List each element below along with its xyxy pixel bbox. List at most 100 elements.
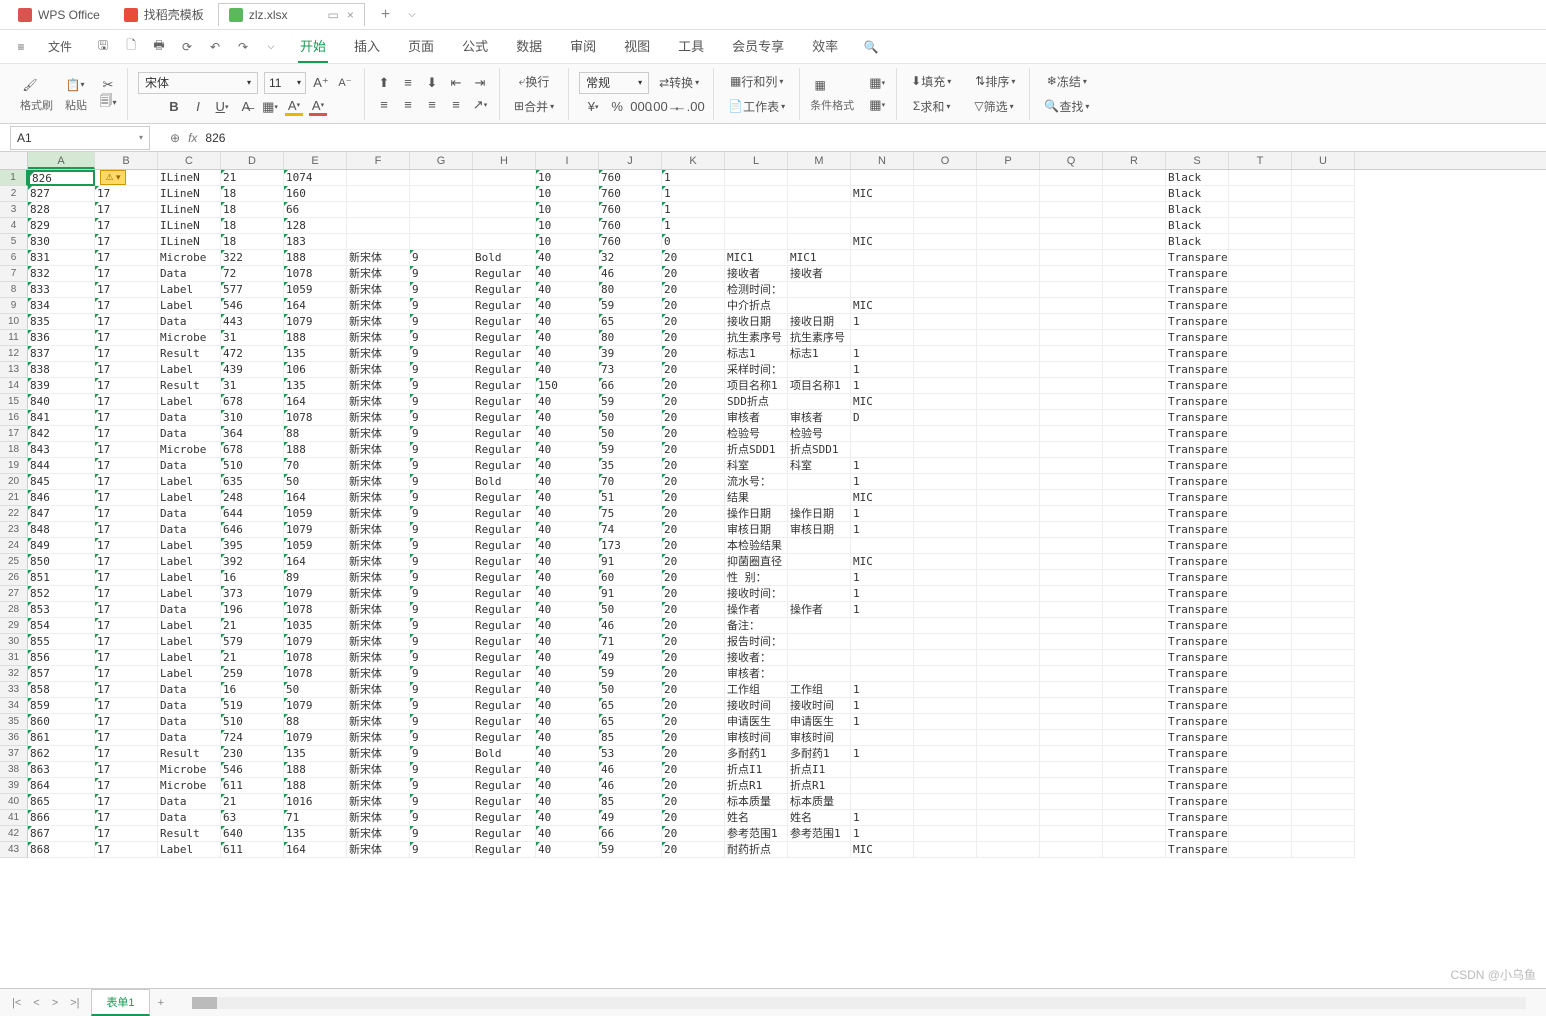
cell[interactable] xyxy=(725,202,788,218)
cell[interactable]: Data xyxy=(158,682,221,698)
cell[interactable] xyxy=(1292,634,1355,650)
cell[interactable]: Data xyxy=(158,602,221,618)
cell[interactable]: Transpare xyxy=(1166,570,1229,586)
cell[interactable]: Regular xyxy=(473,538,536,554)
row-header[interactable]: 33 xyxy=(0,682,28,698)
cell[interactable] xyxy=(914,378,977,394)
scrollbar-thumb[interactable] xyxy=(192,997,217,1009)
increase-decimal-icon[interactable]: .00→ xyxy=(656,98,674,116)
cell[interactable]: 21 xyxy=(221,794,284,810)
cell[interactable] xyxy=(977,362,1040,378)
cell[interactable]: 新宋体 xyxy=(347,746,410,762)
cell[interactable]: 新宋体 xyxy=(347,378,410,394)
cell[interactable]: 73 xyxy=(599,362,662,378)
cell[interactable]: 17 xyxy=(95,362,158,378)
cell[interactable] xyxy=(1103,234,1166,250)
row-header[interactable]: 30 xyxy=(0,634,28,650)
cell[interactable]: 310 xyxy=(221,410,284,426)
cell[interactable] xyxy=(1229,618,1292,634)
cell[interactable]: Regular xyxy=(473,346,536,362)
cell[interactable] xyxy=(1040,778,1103,794)
cell[interactable]: 40 xyxy=(536,266,599,282)
cell[interactable]: 40 xyxy=(536,298,599,314)
cell[interactable] xyxy=(1040,794,1103,810)
cell[interactable]: Data xyxy=(158,730,221,746)
cell[interactable]: 新宋体 xyxy=(347,458,410,474)
cell[interactable] xyxy=(1103,682,1166,698)
cell[interactable]: 申请医生 xyxy=(725,714,788,730)
cell[interactable] xyxy=(977,266,1040,282)
cell[interactable]: 46 xyxy=(599,762,662,778)
cell[interactable]: Data xyxy=(158,314,221,330)
freeze-button[interactable]: ❄ 冻结▾ xyxy=(1043,71,1091,92)
cell[interactable]: 9 xyxy=(410,378,473,394)
cell[interactable]: 443 xyxy=(221,314,284,330)
cell[interactable]: 88 xyxy=(284,426,347,442)
row-header[interactable]: 1 xyxy=(0,170,28,186)
cell[interactable]: 新宋体 xyxy=(347,314,410,330)
cell[interactable]: 863 xyxy=(28,762,95,778)
cell[interactable]: 新宋体 xyxy=(347,442,410,458)
cell[interactable] xyxy=(1292,746,1355,762)
cell[interactable]: 多耐药1 xyxy=(788,746,851,762)
row-header[interactable]: 5 xyxy=(0,234,28,250)
cell[interactable] xyxy=(1292,490,1355,506)
column-header[interactable]: M xyxy=(788,152,851,169)
cell[interactable]: 164 xyxy=(284,490,347,506)
row-header[interactable]: 6 xyxy=(0,250,28,266)
cell[interactable]: 40 xyxy=(536,282,599,298)
column-header[interactable]: U xyxy=(1292,152,1355,169)
warning-chip-icon[interactable]: ⚠ ▾ xyxy=(100,170,126,185)
cell[interactable] xyxy=(977,826,1040,842)
cell[interactable] xyxy=(1229,762,1292,778)
cell[interactable]: 参考范围1 xyxy=(725,826,788,842)
cell[interactable]: 858 xyxy=(28,682,95,698)
find-button[interactable]: 🔍 查找▾ xyxy=(1040,96,1093,117)
cell[interactable]: 853 xyxy=(28,602,95,618)
cell[interactable]: 71 xyxy=(284,810,347,826)
cell[interactable]: 9 xyxy=(410,554,473,570)
cell[interactable]: 10 xyxy=(536,234,599,250)
cell[interactable]: Transpare xyxy=(1166,842,1229,858)
cell[interactable]: 报告时间： xyxy=(725,634,788,650)
formula-input[interactable]: 826 xyxy=(205,131,225,145)
cell[interactable]: 科室 xyxy=(788,458,851,474)
menu-hamburger-icon[interactable]: ≡ xyxy=(10,36,32,58)
cell[interactable]: 17 xyxy=(95,378,158,394)
cell[interactable]: 50 xyxy=(284,682,347,698)
cell[interactable] xyxy=(1292,186,1355,202)
menu-tab-7[interactable]: 工具 xyxy=(676,30,706,63)
cell[interactable] xyxy=(788,554,851,570)
cell[interactable]: 85 xyxy=(599,794,662,810)
cell[interactable] xyxy=(1229,698,1292,714)
cell[interactable] xyxy=(1229,458,1292,474)
cell[interactable]: 10 xyxy=(536,170,599,186)
cell[interactable]: 46 xyxy=(599,778,662,794)
cell[interactable]: 856 xyxy=(28,650,95,666)
cell[interactable]: 644 xyxy=(221,506,284,522)
cell[interactable] xyxy=(1040,186,1103,202)
column-header[interactable]: C xyxy=(158,152,221,169)
cell[interactable] xyxy=(1229,538,1292,554)
cell[interactable]: 1 xyxy=(851,506,914,522)
cell[interactable]: 844 xyxy=(28,458,95,474)
paste-icon[interactable]: 📋▾ xyxy=(65,75,85,95)
cell[interactable] xyxy=(1292,666,1355,682)
cell[interactable]: 1 xyxy=(851,714,914,730)
cell[interactable]: 新宋体 xyxy=(347,554,410,570)
cell[interactable] xyxy=(1292,586,1355,602)
cell[interactable]: 72 xyxy=(221,266,284,282)
cell[interactable]: 59 xyxy=(599,842,662,858)
cell[interactable]: Data xyxy=(158,506,221,522)
cell[interactable] xyxy=(1229,394,1292,410)
cell[interactable]: Regular xyxy=(473,634,536,650)
cell[interactable]: 841 xyxy=(28,410,95,426)
cell[interactable] xyxy=(1292,570,1355,586)
column-header[interactable]: A xyxy=(28,152,95,169)
cell[interactable]: 164 xyxy=(284,298,347,314)
cell[interactable]: Transpare xyxy=(1166,634,1229,650)
cell[interactable]: 760 xyxy=(599,234,662,250)
cell[interactable]: Transpare xyxy=(1166,426,1229,442)
cell[interactable] xyxy=(725,234,788,250)
cell[interactable] xyxy=(977,298,1040,314)
